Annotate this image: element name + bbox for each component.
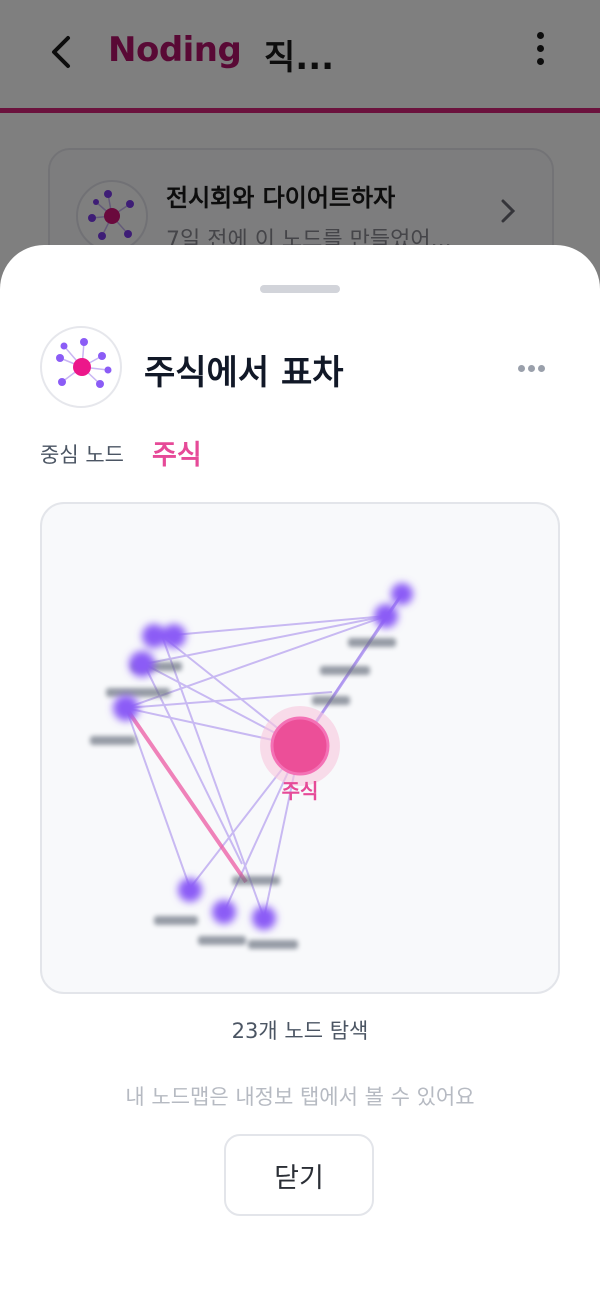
blurred-node-labels (90, 638, 396, 949)
center-node-value: 주식 (152, 440, 202, 471)
center-node-label: 중심 노드 (40, 443, 124, 467)
graph-node (252, 906, 276, 930)
graph-node (212, 900, 236, 924)
graph-node (129, 651, 155, 677)
close-button[interactable]: 닫기 (224, 1134, 374, 1216)
center-node-label-text: 주식 (282, 779, 319, 803)
explored-count: 23개 노드 탐색 (231, 1019, 369, 1043)
graph-node (162, 624, 186, 648)
node-network-icon (40, 326, 122, 408)
graph-node (178, 878, 202, 902)
sheet-title: 주식에서 표차 (144, 353, 344, 393)
more-horizontal-icon[interactable] (518, 357, 552, 372)
node-graph[interactable]: 주식 (40, 502, 560, 994)
graph-node (391, 583, 413, 605)
drag-handle[interactable] (260, 285, 340, 293)
bottom-sheet: 주식에서 표차 중심 노드 주식 주식 23개 노드 탐색 내 노드맵은 내정보… (0, 245, 600, 1298)
hint-text: 내 노드맵은 내정보 탭에서 볼 수 있어요 (125, 1085, 475, 1109)
center-node (270, 716, 330, 776)
graph-node (113, 695, 139, 721)
graph-node (374, 604, 398, 628)
